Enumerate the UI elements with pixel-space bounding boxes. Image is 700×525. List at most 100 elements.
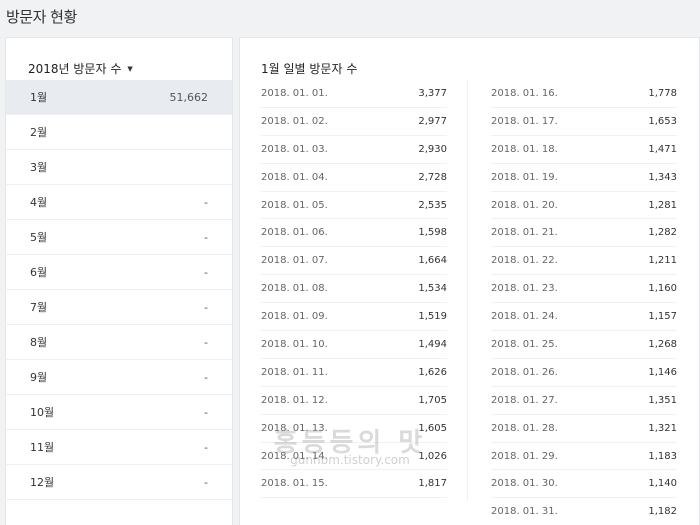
month-value: - — [204, 370, 208, 384]
daily-row: 2018. 01. 18. 1,471 — [491, 136, 677, 164]
daily-count: 1,282 — [648, 227, 677, 239]
month-item[interactable]: 12월 - — [6, 465, 232, 500]
year-selector-label: 2018년 방문자 수 — [28, 62, 122, 76]
month-value: - — [204, 475, 208, 489]
month-item[interactable]: 9월 - — [6, 360, 232, 395]
daily-title: 1월 일별 방문자 수 — [261, 62, 358, 76]
daily-count: 1,778 — [648, 87, 677, 99]
daily-date: 2018. 01. 08. — [261, 283, 328, 295]
month-value: - — [204, 195, 208, 209]
daily-count: 1,626 — [418, 366, 447, 378]
daily-count: 1,343 — [648, 171, 677, 183]
month-item[interactable]: 4월 - — [6, 185, 232, 220]
daily-count: 1,026 — [418, 450, 447, 462]
daily-count: 1,664 — [418, 255, 447, 267]
daily-row: 2018. 01. 19. 1,343 — [491, 164, 677, 192]
daily-count: 1,605 — [418, 422, 447, 434]
daily-date: 2018. 01. 18. — [491, 143, 558, 155]
month-value: - — [204, 300, 208, 314]
daily-row: 2018. 01. 11. 1,626 — [261, 359, 447, 387]
month-label: 5월 — [30, 231, 48, 244]
month-value: - — [204, 265, 208, 279]
daily-row: 2018. 01. 16. 1,778 — [491, 80, 677, 108]
daily-date: 2018. 01. 27. — [491, 394, 558, 406]
daily-date: 2018. 01. 15. — [261, 478, 328, 490]
daily-date: 2018. 01. 14. — [261, 450, 328, 462]
month-label: 10월 — [30, 406, 55, 419]
month-item[interactable]: 7월 - — [6, 290, 232, 325]
daily-row: 2018. 01. 04. 2,728 — [261, 164, 447, 192]
daily-count: 1,471 — [648, 143, 677, 155]
month-label: 2월 — [30, 126, 48, 139]
daily-date: 2018. 01. 24. — [491, 311, 558, 323]
month-item[interactable]: 8월 - — [6, 325, 232, 360]
daily-row: 2018. 01. 14. 1,026 — [261, 443, 447, 471]
month-item[interactable]: 10월 - — [6, 395, 232, 430]
year-selector-dropdown[interactable]: 2018년 방문자 수 ▼ — [28, 60, 133, 77]
month-item[interactable]: 3월 — [6, 150, 232, 185]
daily-date: 2018. 01. 03. — [261, 143, 328, 155]
month-value: - — [204, 230, 208, 244]
daily-date: 2018. 01. 20. — [491, 199, 558, 211]
daily-date: 2018. 01. 30. — [491, 478, 558, 490]
daily-date: 2018. 01. 04. — [261, 171, 328, 183]
daily-row: 2018. 01. 24. 1,157 — [491, 303, 677, 332]
month-value: - — [204, 440, 208, 454]
daily-row: 2018. 01. 26. 1,146 — [491, 359, 677, 387]
daily-count: 1,211 — [648, 255, 677, 267]
month-item[interactable]: 2월 — [6, 115, 232, 150]
month-label: 1월 — [30, 91, 48, 104]
daily-date: 2018. 01. 25. — [491, 338, 558, 350]
daily-column-left: 2018. 01. 01. 3,377 2018. 01. 02. 2,977 2018… — [261, 80, 447, 499]
daily-row: 2018. 01. 17. 1,653 — [491, 108, 677, 136]
daily-date: 2018. 01. 07. — [261, 255, 328, 267]
daily-count: 1,653 — [648, 115, 677, 127]
daily-date: 2018. 01. 28. — [491, 422, 558, 434]
daily-date: 2018. 01. 13. — [261, 422, 328, 434]
daily-row: 2018. 01. 02. 2,977 — [261, 108, 447, 136]
daily-row: 2018. 01. 06. 1,598 — [261, 219, 447, 248]
daily-panel: 1월 일별 방문자 수 2018. 01. 01. 3,377 2018. 01. … — [239, 37, 700, 525]
month-label: 4월 — [30, 196, 48, 209]
month-value: - — [204, 335, 208, 349]
daily-date: 2018. 01. 31. — [491, 506, 558, 518]
daily-row: 2018. 01. 08. 1,534 — [261, 275, 447, 304]
daily-date: 2018. 01. 05. — [261, 199, 328, 211]
daily-count: 1,140 — [648, 478, 677, 490]
daily-date: 2018. 01. 10. — [261, 338, 328, 350]
month-item[interactable]: 6월 - — [6, 255, 232, 290]
daily-count: 1,494 — [418, 338, 447, 350]
column-divider — [467, 80, 468, 500]
daily-row: 2018. 01. 28. 1,321 — [491, 415, 677, 443]
daily-date: 2018. 01. 11. — [261, 366, 328, 378]
daily-date: 2018. 01. 19. — [491, 171, 558, 183]
daily-date: 2018. 01. 01. — [261, 87, 328, 99]
daily-row: 2018. 01. 15. 1,817 — [261, 470, 447, 499]
daily-date: 2018. 01. 26. — [491, 366, 558, 378]
month-label: 6월 — [30, 266, 48, 279]
daily-row: 2018. 01. 09. 1,519 — [261, 303, 447, 332]
daily-row: 2018. 01. 07. 1,664 — [261, 247, 447, 276]
month-item[interactable]: 1월 51,662 — [6, 80, 232, 115]
daily-date: 2018. 01. 17. — [491, 115, 558, 127]
daily-count: 1,281 — [648, 199, 677, 211]
month-label: 9월 — [30, 371, 48, 384]
month-item[interactable]: 11월 - — [6, 430, 232, 465]
daily-row: 2018. 01. 13. 1,605 — [261, 415, 447, 443]
daily-date: 2018. 01. 29. — [491, 450, 558, 462]
daily-date: 2018. 01. 12. — [261, 394, 328, 406]
daily-count: 1,182 — [648, 506, 677, 518]
daily-row: 2018. 01. 23. 1,160 — [491, 275, 677, 304]
daily-count: 1,157 — [648, 311, 677, 323]
month-item[interactable]: 5월 - — [6, 220, 232, 255]
daily-count: 2,977 — [418, 115, 447, 127]
daily-count: 1,519 — [418, 311, 447, 323]
daily-count: 1,321 — [648, 422, 677, 434]
daily-row: 2018. 01. 31. 1,182 — [491, 498, 677, 525]
daily-count: 2,535 — [418, 199, 447, 211]
daily-row: 2018. 01. 10. 1,494 — [261, 331, 447, 359]
daily-row: 2018. 01. 12. 1,705 — [261, 387, 447, 415]
month-label: 12월 — [30, 476, 55, 489]
daily-count: 1,705 — [418, 394, 447, 406]
daily-row: 2018. 01. 25. 1,268 — [491, 331, 677, 359]
